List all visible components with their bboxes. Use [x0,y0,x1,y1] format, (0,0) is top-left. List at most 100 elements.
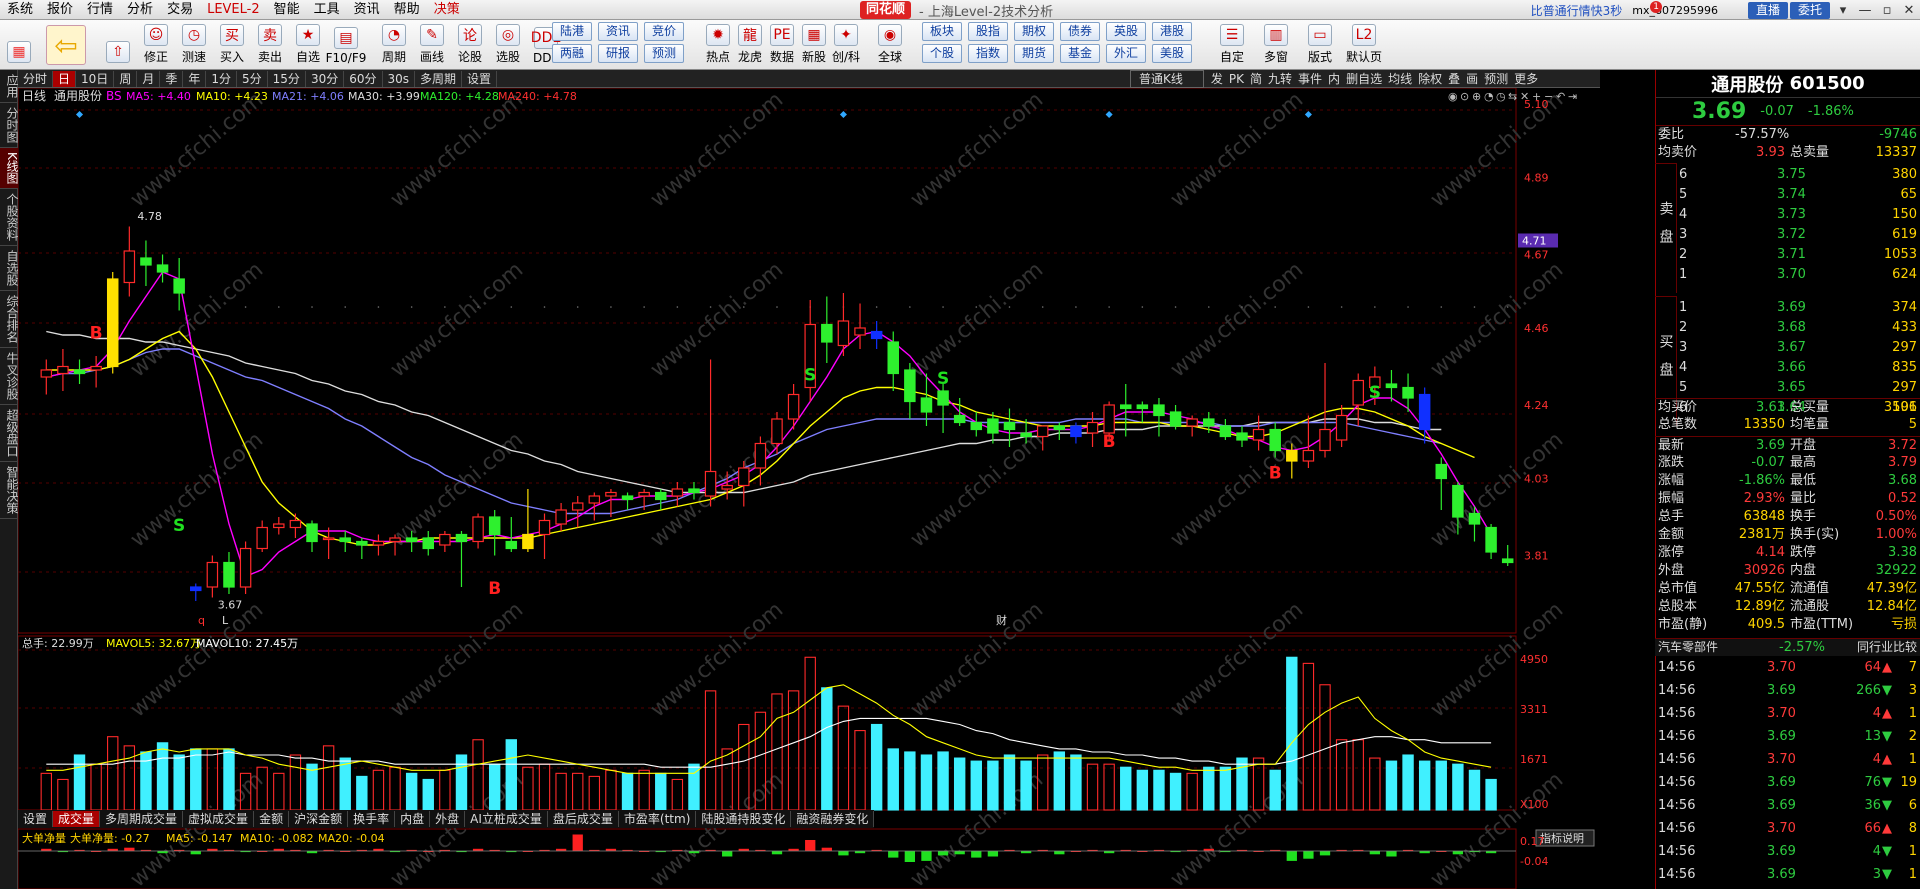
menu-decision[interactable]: 决策 [427,0,467,20]
side-tab-0[interactable]: 应用 [0,70,19,103]
period-tab-9[interactable]: 15分 [268,70,306,87]
minimize-icon[interactable]: — [1854,3,1876,18]
chart-tool-icon[interactable]: ◉ [1448,90,1458,103]
tool-7-button[interactable]: ◔ 周期 [374,22,414,68]
chart-opt-10[interactable]: 画 [1463,71,1481,87]
quick-btn-0-0[interactable]: 陆港 [552,22,592,41]
quick-btn-0-2[interactable]: 竞价 [644,22,684,41]
event-marker[interactable] [839,110,847,119]
chart-opt-2[interactable]: 简 [1247,71,1265,87]
market-btn-1-5[interactable]: 美股 [1152,44,1192,63]
market-btn-1-2[interactable]: 期货 [1014,44,1054,63]
period-tab-5[interactable]: 季 [160,70,184,87]
layout-tool-1-button[interactable]: ▥ 多窗 [1256,22,1296,68]
mid-tool-5-button[interactable]: ◉ 全球 [870,22,910,68]
chart-opt-6[interactable]: 删自选 [1343,71,1385,87]
chart-tool-icon[interactable]: ⊙ [1460,90,1469,103]
chart-tool-icon[interactable]: ◔ [1484,90,1494,103]
bid-row[interactable]: 4 3.66 835 [1677,358,1920,378]
vol-tab-7[interactable]: 内盘 [395,811,431,827]
layout-tool-2-button[interactable]: ▭ 版式 [1300,22,1340,68]
period-tab-8[interactable]: 5分 [237,70,268,87]
quick-btn-0-1[interactable]: 资讯 [598,22,638,41]
period-tab-6[interactable]: 年 [183,70,207,87]
tool-8-button[interactable]: ✎ 画线 [412,22,452,68]
period-tab-1[interactable]: 日 [53,70,77,87]
sector-compare-link[interactable]: 同行业比较 [1857,639,1917,657]
vol-tab-1[interactable]: 成交量 [53,811,101,827]
dropdown-icon[interactable]: ▾ [1832,3,1854,18]
market-btn-0-4[interactable]: 英股 [1106,22,1146,41]
side-tab-1[interactable]: 分时图 [0,103,19,148]
ask-row[interactable]: 5 3.74 65 [1677,185,1920,205]
bid-row[interactable]: 2 3.68 433 [1677,318,1920,338]
side-tab-4[interactable]: 自选股 [0,246,19,291]
period-tab-10[interactable]: 30分 [306,70,345,87]
side-tab-5[interactable]: 综合排名 [0,291,19,348]
chart-tool-icon[interactable]: − [1544,90,1553,103]
tool-3-button[interactable]: 买买入 [212,22,252,68]
market-btn-0-1[interactable]: 股指 [968,22,1008,41]
vol-tab-9[interactable]: AI立桩成交量 [465,811,548,827]
tool-4-button[interactable]: 卖卖出 [250,22,290,68]
ask-row[interactable]: 3 3.72 619 [1677,225,1920,245]
market-btn-0-3[interactable]: 债券 [1060,22,1100,41]
ask-row[interactable]: 4 3.73 150 [1677,205,1920,225]
market-btn-0-5[interactable]: 港股 [1152,22,1192,41]
period-tab-12[interactable]: 30s [383,70,416,87]
user-account[interactable]: mx_607295996 [1632,4,1718,17]
menu-level2[interactable]: LEVEL-2 [200,0,267,20]
side-tab-7[interactable]: 超级盘口 [0,405,19,462]
vol-tab-10[interactable]: 盘后成交量 [548,811,619,827]
vol-tab-12[interactable]: 陆股通持股变化 [696,811,792,827]
tool-9-button[interactable]: 论论股 [450,22,490,68]
chart-opt-9[interactable]: 叠 [1445,71,1463,87]
vol-tab-13[interactable]: 融资融券变化 [791,811,875,827]
chart-opt-4[interactable]: 事件 [1295,71,1325,87]
chart-tool-icon[interactable]: ⇆ [1508,90,1517,103]
menu-analysis[interactable]: 分析 [120,0,160,20]
event-marker[interactable] [1304,110,1312,119]
period-tab-11[interactable]: 60分 [344,70,383,87]
event-marker[interactable] [1105,110,1113,119]
side-tab-6[interactable]: 牛叉诊股 [0,348,19,405]
menu-trade[interactable]: 交易 [160,0,200,20]
close-icon[interactable]: ✕ [1898,3,1920,18]
menu-help[interactable]: 帮助 [387,0,427,20]
market-btn-1-0[interactable]: 个股 [922,44,962,63]
ask-row[interactable]: 1 3.70 624 [1677,265,1920,285]
vol-tab-2[interactable]: 多周期成交量 [100,811,184,827]
chart-opt-0[interactable]: 发 [1208,71,1226,87]
side-tab-2[interactable]: K线图 [0,148,19,189]
layout-tool-3-button[interactable]: L2 默认页 [1344,22,1384,68]
period-tab-13[interactable]: 多周期 [415,70,463,87]
tool-2-button[interactable]: ◷ 测速 [174,22,214,68]
menu-market[interactable]: 行情 [80,0,120,20]
menu-quote[interactable]: 报价 [40,0,80,20]
vol-tab-3[interactable]: 虚拟成交量 [183,811,255,827]
vol-tab-8[interactable]: 外盘 [430,811,466,827]
promo-link[interactable]: 比普通行情快3秒 [1531,2,1623,19]
quick-btn-1-2[interactable]: 预测 [644,44,684,63]
maximize-icon[interactable]: ▫ [1876,3,1898,18]
period-tab-3[interactable]: 周 [114,70,138,87]
quick-btn-1-0[interactable]: 两融 [552,44,592,63]
home-button[interactable]: ▦ [4,22,34,68]
period-tab-2[interactable]: 10日 [76,70,115,87]
chart-opt-11[interactable]: 预测 [1481,71,1511,87]
market-btn-0-2[interactable]: 期权 [1014,22,1054,41]
chart-opt-12[interactable]: 更多 [1511,71,1541,87]
menu-news[interactable]: 资讯 [347,0,387,20]
trust-button[interactable]: 委托 [1789,1,1830,19]
mid-tool-4-button[interactable]: ✦ 创/科 [826,22,866,68]
quick-btn-1-1[interactable]: 研报 [598,44,638,63]
chart-tool-icon[interactable]: ◷ [1496,90,1506,103]
chart-opt-1[interactable]: PK [1226,71,1247,87]
vol-tab-11[interactable]: 市盈率(ttm) [619,811,697,827]
chart-tool-icon[interactable]: ↶ [1556,90,1565,103]
live-button[interactable]: 直播 [1747,1,1788,19]
chart-tool-icon[interactable]: ⇥ [1568,90,1577,103]
ktype-select[interactable]: 普通K线 [1130,70,1204,88]
chart-opt-7[interactable]: 均线 [1385,71,1415,87]
menu-smart[interactable]: 智能 [267,0,307,20]
